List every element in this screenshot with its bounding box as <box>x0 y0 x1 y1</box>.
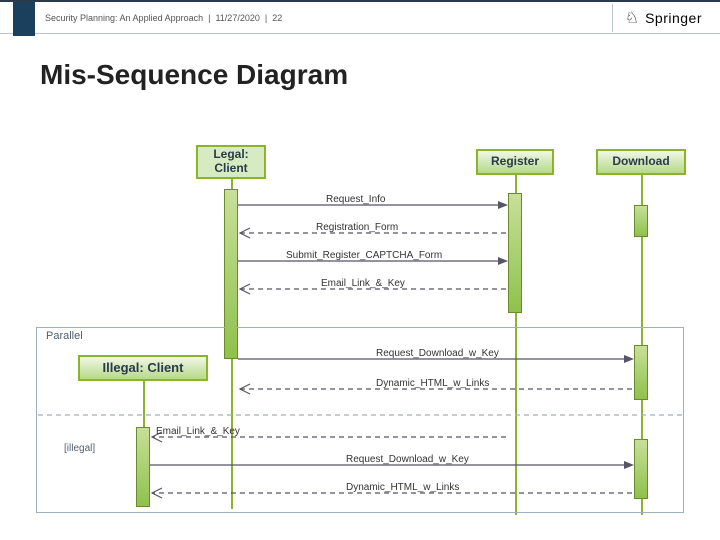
doc-date: 11/27/2020 <box>215 13 259 23</box>
msg-request-download-1: Request_Download_w_Key <box>376 348 499 359</box>
msg-submit-register: Submit_Register_CAPTCHA_Form <box>286 250 442 261</box>
msg-registration-form: Registration_Form <box>316 222 398 233</box>
sequence-diagram: Legal: Client Register Download Parallel… <box>36 145 696 525</box>
brand-divider <box>612 4 613 32</box>
doc-page: 22 <box>272 13 282 23</box>
msg-email-link-key-2: Email_Link_&_Key <box>156 426 240 437</box>
msg-email-link-key: Email_Link_&_Key <box>321 278 405 289</box>
msg-dynamic-html-2: Dynamic_HTML_w_Links <box>346 482 459 493</box>
header-breadcrumb: Security Planning: An Applied Approach |… <box>45 13 282 23</box>
header-accent-block <box>13 2 35 36</box>
brand-name: Springer <box>645 10 702 26</box>
msg-request-info: Request_Info <box>326 194 386 205</box>
springer-horse-icon: ♘ <box>625 8 639 28</box>
doc-title: Security Planning: An Applied Approach <box>45 13 203 23</box>
slide-header: Security Planning: An Applied Approach |… <box>0 0 720 34</box>
brand: ♘ Springer <box>612 4 702 32</box>
msg-dynamic-html-1: Dynamic_HTML_w_Links <box>376 378 489 389</box>
msg-request-download-2: Request_Download_w_Key <box>346 454 469 465</box>
page-title: Mis-Sequence Diagram <box>40 59 720 91</box>
